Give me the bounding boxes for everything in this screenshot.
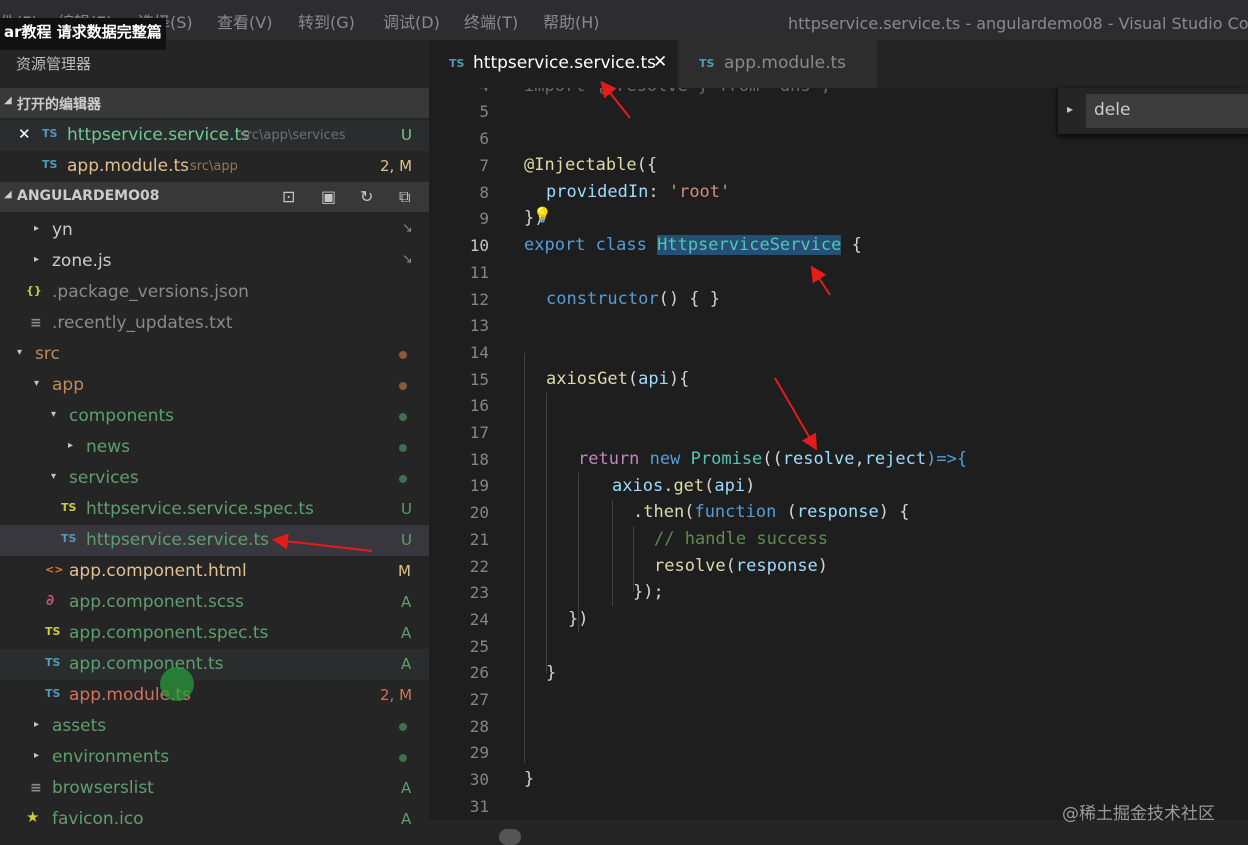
arrow-to-class-name xyxy=(810,265,831,296)
arrow-to-tab xyxy=(600,80,631,119)
annotation-arrows xyxy=(272,80,831,552)
video-overlay-title: ar教程 请求数据完整篇 xyxy=(0,18,166,50)
arrow-to-resolve xyxy=(774,377,818,451)
arrow-to-file xyxy=(272,533,373,552)
